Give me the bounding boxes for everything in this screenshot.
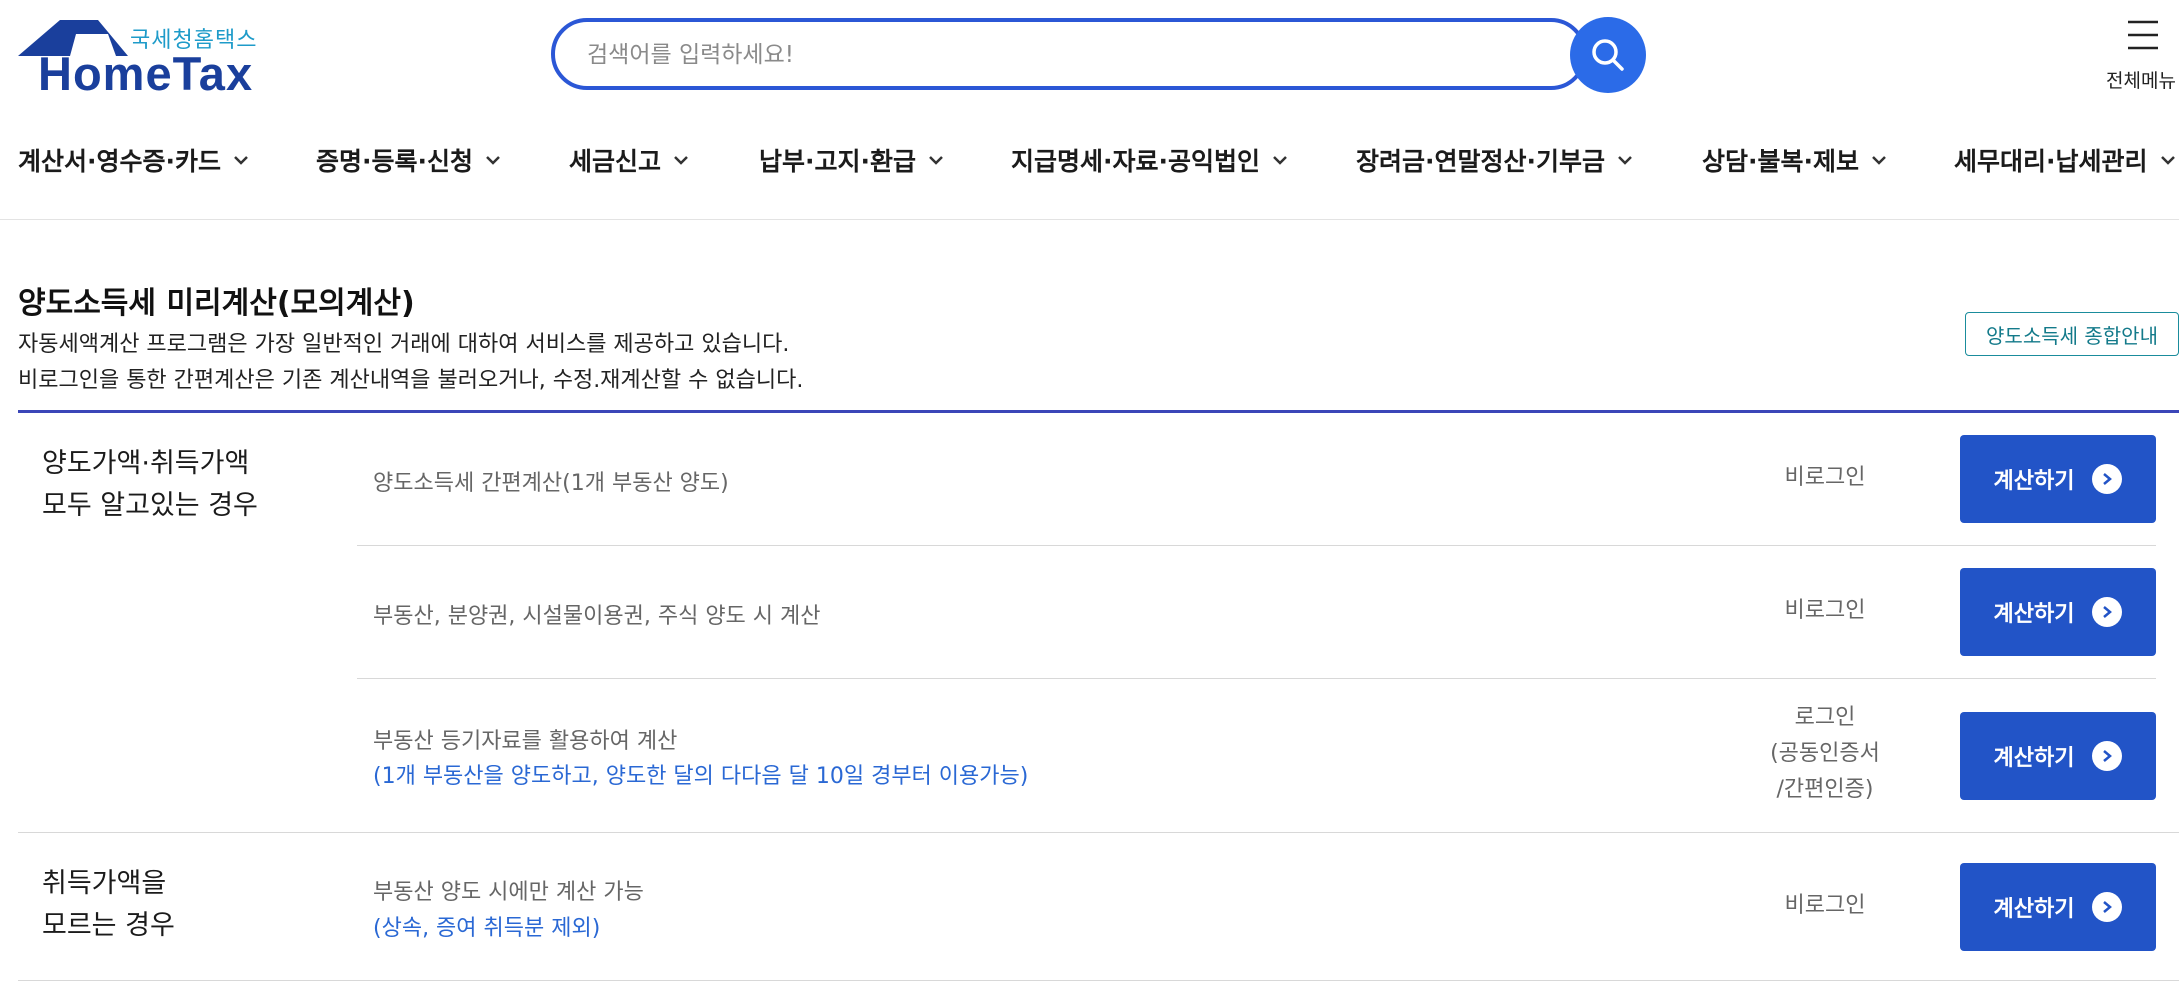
logo-title: HomeTax xyxy=(38,47,254,100)
search-icon xyxy=(1592,39,1624,71)
row-divider xyxy=(357,678,2156,679)
row-login-status: 비로그인 xyxy=(1784,465,1866,490)
page-title: 양도소득세 미리계산(모의계산) xyxy=(18,286,415,321)
page-description-2: 비로그인을 통한 간편계산은 기존 계산내역을 불러오거나, 수정.재계산할 수… xyxy=(18,368,804,393)
chevron-down-icon xyxy=(674,156,688,165)
search-input[interactable] xyxy=(585,22,1489,88)
calculate-button-label: 계산하기 xyxy=(1993,602,2075,627)
group-label-line: 모르는 경우 xyxy=(42,910,175,941)
calculate-button-label: 계산하기 xyxy=(1993,469,2075,494)
chevron-down-icon xyxy=(2160,156,2175,165)
nav-payment-refund[interactable]: 납부·고지·환급 xyxy=(759,135,944,185)
row-login-status: 비로그인 xyxy=(1784,598,1866,623)
chevron-down-icon xyxy=(234,156,248,165)
row-description: 부동산 등기자료를 활용하여 계산 xyxy=(373,729,678,754)
full-menu-button[interactable]: 전체메뉴 xyxy=(2100,18,2179,98)
arrow-right-icon xyxy=(2092,741,2123,771)
chevron-down-icon xyxy=(1273,156,1287,165)
row-description: 양도소득세 간편계산(1개 부동산 양도) xyxy=(373,471,729,496)
nav-label: 상담·불복·제보 xyxy=(1702,147,1859,176)
nav-label: 납부·고지·환급 xyxy=(759,147,916,176)
chevron-down-icon xyxy=(486,156,500,165)
row-description: 부동산, 분양권, 시설물이용권, 주식 양도 시 계산 xyxy=(373,604,821,629)
calculate-button-label: 계산하기 xyxy=(1993,746,2075,771)
calculate-button-label: 계산하기 xyxy=(1993,897,2075,922)
main-navigation: 계산서·영수증·카드 증명·등록·신청 세금신고 납부·고지·환급 지급명세·자… xyxy=(0,135,2179,185)
arrow-right-icon xyxy=(2092,597,2123,627)
calculate-button[interactable]: 계산하기 xyxy=(1960,863,2156,951)
group-label-line: 양도가액·취득가액 xyxy=(42,448,250,479)
calculate-button[interactable]: 계산하기 xyxy=(1960,568,2156,656)
nav-label: 세무대리·납세관리 xyxy=(1954,147,2148,176)
row-divider xyxy=(357,545,2156,546)
arrow-right-icon xyxy=(2092,892,2123,922)
search-button[interactable] xyxy=(1570,17,1646,93)
row-note: (1개 부동산을 양도하고, 양도한 달의 다다음 달 10일 경부터 이용가능… xyxy=(373,764,1029,789)
group-label-unknown-acquisition: 취득가액을 모르는 경우 xyxy=(42,863,175,947)
row-login-status: 비로그인 xyxy=(1784,893,1866,918)
status-line: 로그인 xyxy=(1794,705,1856,730)
group-label-line: 모두 알고있는 경우 xyxy=(42,490,258,521)
nav-payment-statement[interactable]: 지급명세·자료·공익법인 xyxy=(1011,135,1288,185)
nav-certificate-registration[interactable]: 증명·등록·신청 xyxy=(316,135,501,185)
nav-consulting-appeal[interactable]: 상담·불복·제보 xyxy=(1702,135,1887,185)
row-login-status: 로그인 (공동인증서 /간편인증) xyxy=(1725,700,1925,808)
nav-label: 증명·등록·신청 xyxy=(316,147,473,176)
status-line: /간편인증) xyxy=(1776,777,1874,802)
arrow-right-icon xyxy=(2092,464,2123,494)
nav-label: 지급명세·자료·공익법인 xyxy=(1011,147,1260,176)
table-top-border xyxy=(18,410,2179,413)
hometax-logo[interactable]: 국세청홈택스 HomeTax xyxy=(18,18,256,100)
search-box xyxy=(551,18,1587,90)
table-bottom-border xyxy=(18,980,2179,981)
nav-divider xyxy=(0,219,2179,220)
row-note: (상속, 증여 취득분 제외) xyxy=(373,916,601,941)
nav-tax-agent[interactable]: 세무대리·납세관리 xyxy=(1954,135,2176,185)
calculate-button[interactable]: 계산하기 xyxy=(1960,435,2156,523)
status-line: (공동인증서 xyxy=(1770,741,1880,766)
capital-gains-guide-button[interactable]: 양도소득세 종합안내 xyxy=(1965,312,2179,356)
group-label-known-prices: 양도가액·취득가액 모두 알고있는 경우 xyxy=(42,443,258,527)
hamburger-icon xyxy=(2128,20,2158,50)
nav-incentive-year-end[interactable]: 장려금·연말정산·기부금 xyxy=(1356,135,1633,185)
row-description: 부동산 양도 시에만 계산 가능 xyxy=(373,880,644,905)
nav-label: 장려금·연말정산·기부금 xyxy=(1356,147,1605,176)
group-divider xyxy=(18,832,2179,833)
group-label-line: 취득가액을 xyxy=(42,868,167,899)
nav-label: 세금신고 xyxy=(569,147,662,176)
nav-label: 계산서·영수증·카드 xyxy=(18,147,221,176)
nav-tax-filing[interactable]: 세금신고 xyxy=(569,135,689,185)
chevron-down-icon xyxy=(1872,156,1886,165)
page-description-1: 자동세액계산 프로그램은 가장 일반적인 거래에 대하여 서비스를 제공하고 있… xyxy=(18,332,790,357)
calculate-button[interactable]: 계산하기 xyxy=(1960,712,2156,800)
chevron-down-icon xyxy=(929,156,943,165)
full-menu-label: 전체메뉴 xyxy=(2106,70,2176,92)
nav-invoice-receipt-card[interactable]: 계산서·영수증·카드 xyxy=(18,135,249,185)
chevron-down-icon xyxy=(1618,156,1632,165)
